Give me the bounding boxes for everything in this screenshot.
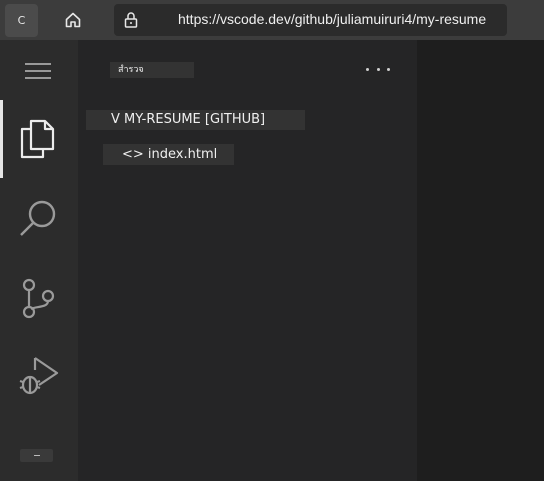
lock-icon[interactable] (124, 11, 140, 29)
back-button[interactable]: C (5, 4, 38, 37)
files-icon[interactable] (17, 118, 59, 160)
accounts-icon (33, 455, 40, 456)
activity-bar (0, 40, 78, 481)
source-control-icon[interactable] (17, 278, 59, 320)
home-icon[interactable] (62, 10, 84, 30)
active-indicator (0, 100, 3, 178)
search-icon[interactable] (17, 198, 59, 240)
url-text: https://vscode.dev/github/juliamuiruri4/… (178, 11, 487, 27)
ellipsis-icon[interactable] (366, 60, 390, 78)
editor-area[interactable] (417, 40, 544, 481)
file-item-index-html[interactable]: <> index.html (103, 144, 234, 165)
repo-section-header[interactable]: V MY-RESUME [GITHUB] (86, 110, 305, 130)
menu-icon[interactable] (24, 62, 52, 80)
address-bar[interactable]: https://vscode.dev/github/juliamuiruri4/… (114, 4, 507, 36)
accounts-button[interactable] (20, 449, 53, 462)
explorer-sidebar: สำรวจ V MY-RESUME [GITHUB] <> index.html (78, 40, 417, 481)
browser-toolbar: C https://vscode.dev/github/juliamuiruri… (0, 0, 544, 40)
back-button-label: C (17, 14, 26, 27)
run-debug-icon[interactable] (17, 354, 59, 396)
sidebar-title: สำรวจ (110, 62, 194, 78)
